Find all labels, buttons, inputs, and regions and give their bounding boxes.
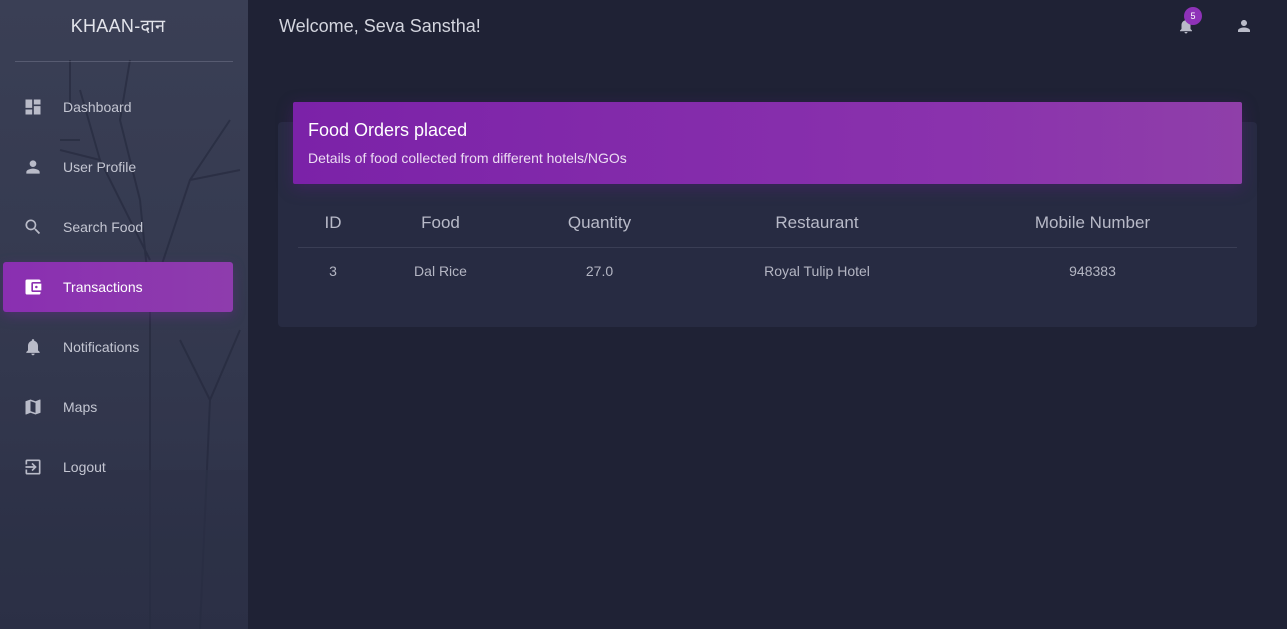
sidebar-item-label: Transactions [63,279,143,295]
welcome-message: Welcome, Seva Sanstha! [279,16,481,36]
sidebar-item-maps[interactable]: Maps [3,382,233,432]
cell-id: 3 [329,263,337,280]
column-header-quantity: Quantity [513,200,686,248]
card-header: Food Orders placed Details of food colle… [293,102,1242,184]
sidebar-item-label: Search Food [63,219,144,235]
sidebar-item-label: User Profile [63,159,137,175]
person-icon [1238,20,1250,32]
cell-quantity: 27.0 [585,263,614,280]
cell-food: Dal Rice [414,263,467,280]
column-header-restaurant: Restaurant [686,200,948,248]
column-header-mobile-number: Mobile Number [948,200,1237,248]
sidebar-item-logout[interactable]: Logout [3,442,233,492]
sidebar-item-search-food[interactable]: Search Food [3,202,233,252]
sidebar-item-notifications[interactable]: Notifications [3,322,233,372]
sidebar-item-user-profile[interactable]: User Profile [3,142,233,192]
search-icon [22,216,44,238]
card-subtitle: Details of food collected from different… [308,150,627,166]
wallet-icon [22,276,44,298]
column-header-food: Food [368,200,513,248]
map-icon [22,396,44,418]
notification-count-badge[interactable]: 5 [1184,7,1202,25]
brand-divider [15,61,233,62]
table-row: 3 Dal Rice 27.0 Royal Tulip Hotel 948383 [298,247,1237,295]
orders-table: ID Food Quantity Restaurant Mobile Numbe… [298,200,1237,295]
column-header-id: ID [298,200,368,248]
sidebar-item-label: Notifications [63,339,140,355]
sidebar: KHAAN-दान Dashboard User Profile Search … [0,0,248,629]
cell-restaurant: Royal Tulip Hotel [764,263,870,280]
dashboard-icon [22,96,44,118]
account-button[interactable] [1233,15,1255,37]
logout-icon [22,456,44,478]
sidebar-item-label: Maps [63,399,98,415]
bell-icon [22,336,44,358]
sidebar-item-transactions[interactable]: Transactions [3,262,233,312]
person-icon [22,156,44,178]
brand-logo[interactable]: KHAAN-दान [0,14,236,38]
card-title: Food Orders placed [308,120,468,140]
table-header-row: ID Food Quantity Restaurant Mobile Numbe… [298,200,1237,248]
sidebar-item-label: Dashboard [63,99,132,115]
sidebar-item-label: Logout [63,459,106,475]
sidebar-item-dashboard[interactable]: Dashboard [3,82,233,132]
cell-mobile-number: 948383 [1069,263,1116,280]
